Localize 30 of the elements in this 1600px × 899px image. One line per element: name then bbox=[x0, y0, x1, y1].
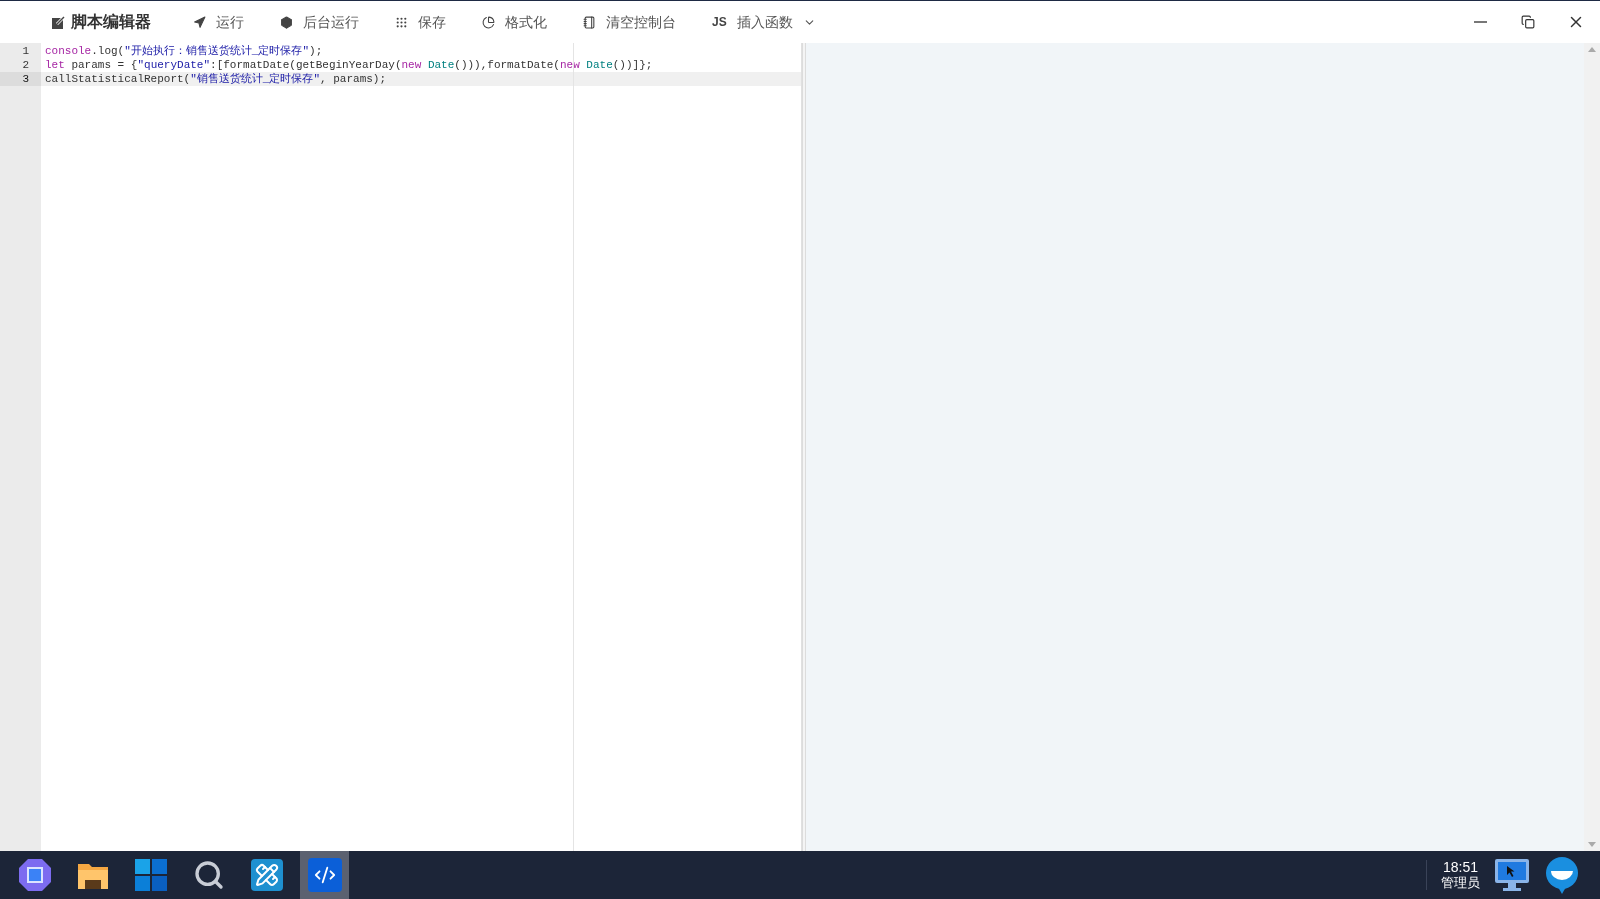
monitor-icon[interactable] bbox=[1494, 857, 1530, 893]
line-number: 3 bbox=[22, 73, 29, 85]
minimize-icon bbox=[1473, 21, 1487, 23]
toolbar-button[interactable]: 格式化 bbox=[478, 11, 551, 33]
code-line: let params = {"queryDate":[formatDate(getBeginYearDay(new Date())),formatDate(new Date())]}; bbox=[45, 59, 653, 71]
chat-bubble-icon[interactable] bbox=[1544, 856, 1580, 894]
windows-logo-icon bbox=[134, 859, 167, 891]
toolbar-button[interactable]: 运行 bbox=[189, 11, 248, 33]
line-number: 2 bbox=[22, 59, 29, 71]
code-line: console.log("开始执行：销售送货统计_定时保存"); bbox=[45, 45, 323, 57]
code-line: callStatisticalReport("销售送货统计_定时保存", params); bbox=[45, 73, 387, 85]
js-label: JS bbox=[712, 14, 727, 31]
search-icon bbox=[192, 859, 225, 891]
toolbar-button[interactable]: 清空控制台 bbox=[579, 11, 680, 33]
toolbar-button[interactable]: 保存 bbox=[391, 11, 450, 33]
scrollbar[interactable] bbox=[1584, 43, 1600, 851]
clock-time: 18:51 bbox=[1442, 859, 1478, 875]
scroll-down-icon bbox=[1588, 842, 1596, 847]
toolbar-button[interactable]: 后台运行 bbox=[276, 11, 363, 33]
pencil-ruler-icon bbox=[250, 859, 283, 891]
user-name: 管理员 bbox=[1441, 875, 1480, 891]
code-window-icon bbox=[307, 858, 342, 892]
toolbar-button[interactable]: JS 插入函数 bbox=[708, 11, 820, 33]
code-editor[interactable]: 1 2 3 console.log("开始执行：销售送货统计_定时保存"); let params = {"queryDate":[formatDate(getBeginYearDay(new Date())),formatDate(new Date())]}; callStatisticalReport("销售送货统计_定时保存", params); bbox=[0, 43, 802, 851]
editor-title: 脚本编辑器 bbox=[71, 12, 151, 32]
edit-icon bbox=[52, 15, 65, 29]
octagon-app-icon bbox=[17, 858, 52, 892]
restore-icon bbox=[1521, 15, 1535, 29]
scroll-up-icon bbox=[1588, 47, 1596, 52]
line-number: 1 bbox=[22, 45, 29, 57]
